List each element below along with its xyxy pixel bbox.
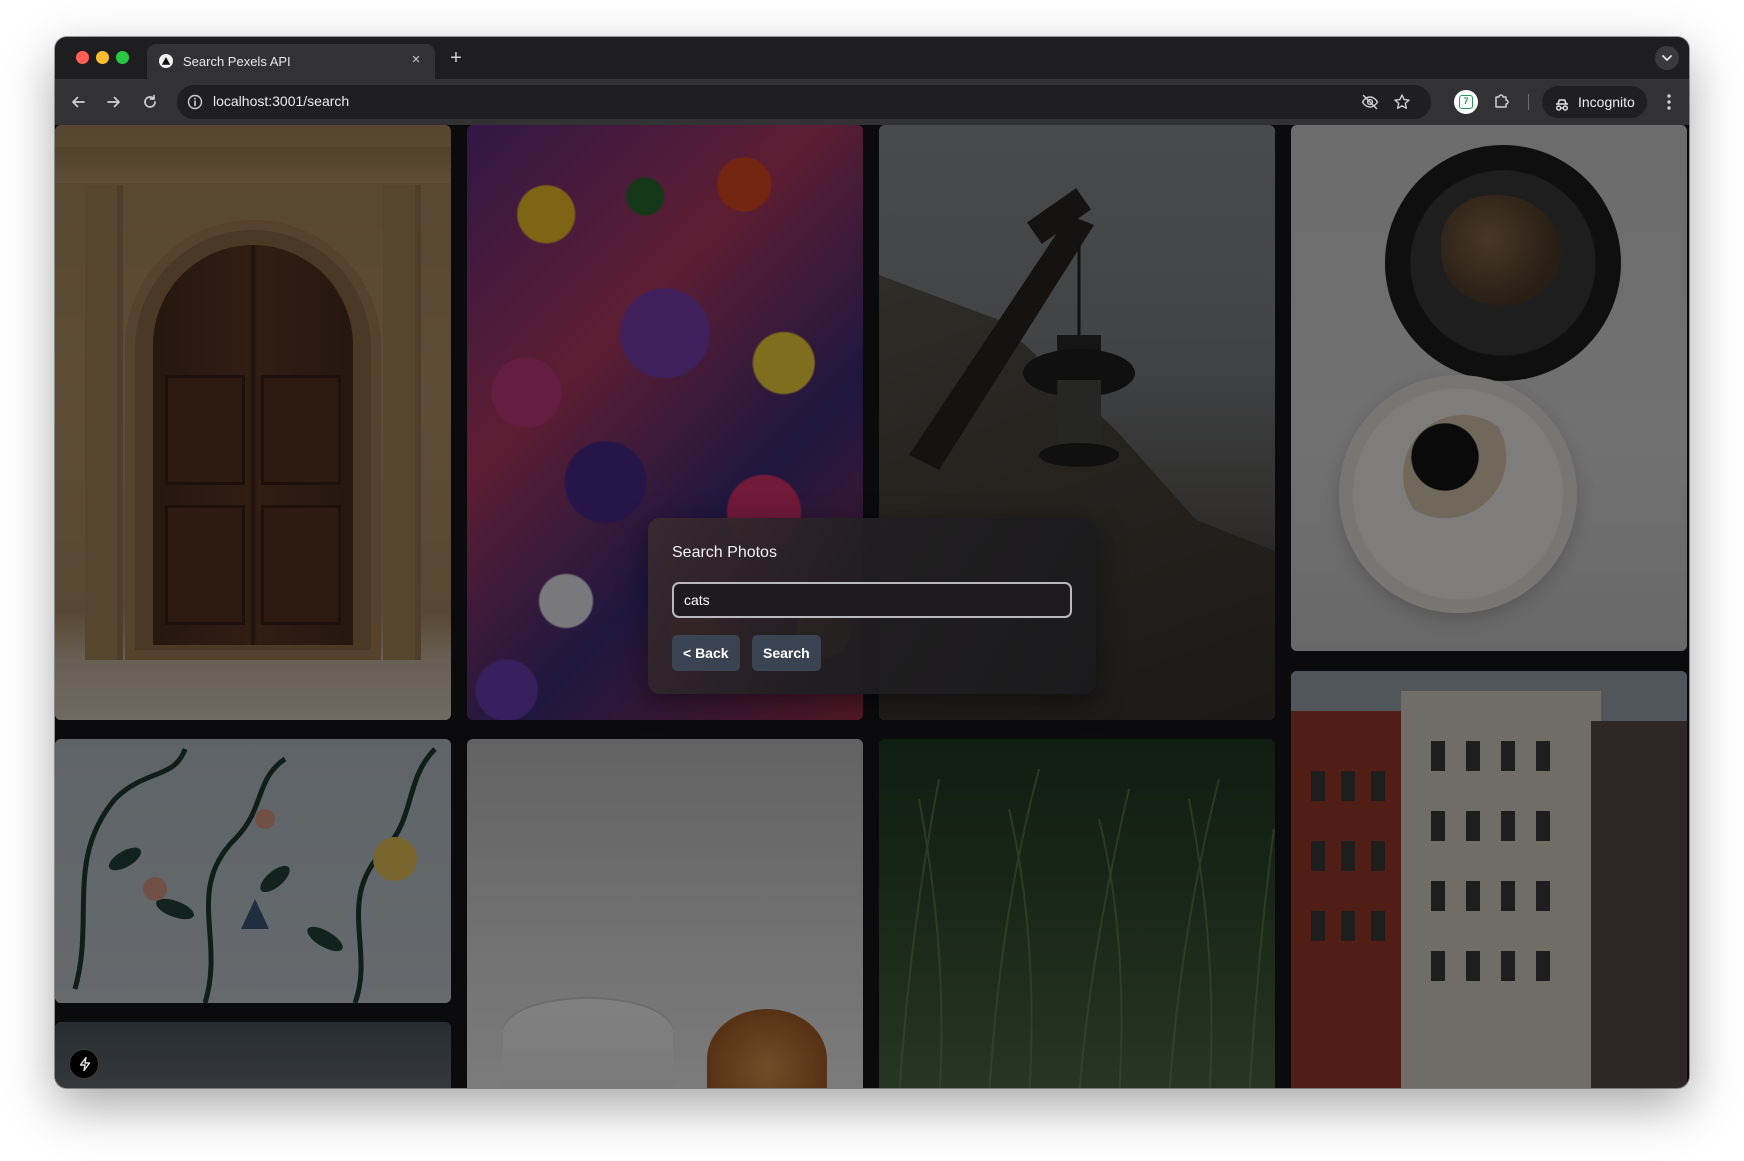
window-minimize-button[interactable] bbox=[96, 51, 109, 64]
page-viewport: Search Photos < Back Search bbox=[55, 125, 1689, 1088]
incognito-label: Incognito bbox=[1578, 94, 1635, 110]
extension-badge-count: 7 bbox=[1459, 95, 1473, 109]
vercel-triangle-icon bbox=[159, 54, 173, 68]
arrow-left-icon bbox=[72, 96, 85, 108]
search-input[interactable] bbox=[672, 582, 1072, 618]
search-button[interactable]: Search bbox=[752, 635, 821, 671]
window-zoom-button[interactable] bbox=[116, 51, 129, 64]
reload-icon bbox=[144, 94, 156, 108]
browser-toolbar: localhost:3001/search 7 Incognito bbox=[55, 79, 1689, 125]
site-info-icon[interactable] bbox=[186, 93, 204, 111]
photo-doorway[interactable] bbox=[55, 125, 451, 720]
eye-off-icon[interactable] bbox=[1361, 93, 1379, 111]
forward-button[interactable] bbox=[102, 90, 126, 114]
nextjs-dev-indicator[interactable] bbox=[69, 1049, 99, 1079]
photo-coffee-croissant[interactable] bbox=[467, 739, 863, 1088]
incognito-chip[interactable]: Incognito bbox=[1542, 86, 1647, 118]
new-tab-button[interactable]: + bbox=[445, 48, 467, 70]
chevron-down-icon bbox=[1662, 55, 1672, 61]
photo-forest-partial[interactable] bbox=[55, 1022, 451, 1088]
photo-dessert-plates[interactable] bbox=[1291, 125, 1687, 651]
tab-search-pexels[interactable]: Search Pexels API × bbox=[147, 44, 435, 79]
search-modal: Search Photos < Back Search bbox=[648, 518, 1096, 694]
tab-search-button[interactable] bbox=[1655, 46, 1679, 70]
star-icon[interactable] bbox=[1393, 93, 1411, 111]
photo-green-grass[interactable] bbox=[879, 739, 1275, 1088]
url-text[interactable]: localhost:3001/search bbox=[213, 93, 349, 109]
incognito-icon bbox=[1553, 93, 1571, 111]
address-bar[interactable]: localhost:3001/search bbox=[177, 85, 1431, 119]
back-button[interactable]: < Back bbox=[672, 635, 740, 671]
modal-title: Search Photos bbox=[672, 544, 777, 561]
photo-botanical-mural[interactable] bbox=[55, 739, 451, 1003]
reload-button[interactable] bbox=[138, 90, 162, 114]
browser-window: Search Pexels API × + localhost:3001/sea… bbox=[55, 37, 1689, 1088]
arrow-right-icon bbox=[107, 96, 120, 108]
photo-brick-building[interactable] bbox=[1291, 671, 1687, 1088]
puzzle-icon[interactable] bbox=[1491, 90, 1513, 112]
tab-title: Search Pexels API bbox=[183, 54, 291, 69]
extension-icon[interactable]: 7 bbox=[1454, 90, 1478, 114]
toolbar-divider bbox=[1528, 94, 1529, 110]
window-close-button[interactable] bbox=[76, 51, 89, 64]
back-button[interactable] bbox=[66, 90, 90, 114]
tab-close-icon[interactable]: × bbox=[407, 51, 425, 69]
lightning-icon bbox=[79, 1056, 91, 1072]
more-vert-icon[interactable] bbox=[1658, 90, 1680, 114]
tab-strip: Search Pexels API × + bbox=[55, 37, 1689, 79]
